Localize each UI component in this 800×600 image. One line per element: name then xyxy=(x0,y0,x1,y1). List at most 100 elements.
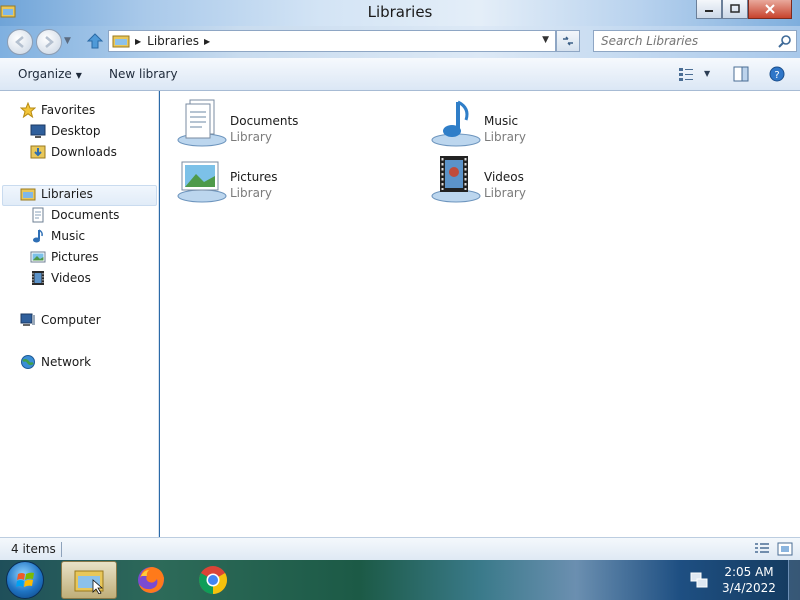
large-icons-view-icon[interactable] xyxy=(777,542,793,556)
help-icon[interactable]: ? xyxy=(769,66,785,82)
computer-icon xyxy=(20,313,35,326)
item-type: Library xyxy=(484,186,526,200)
taskbar-explorer[interactable] xyxy=(61,561,117,599)
nav-computer[interactable]: Computer xyxy=(20,310,101,330)
start-button[interactable] xyxy=(6,561,44,599)
library-videos[interactable]: Videos Library xyxy=(430,154,650,204)
explorer-icon xyxy=(74,570,104,594)
window-title: Libraries xyxy=(367,3,433,21)
pictures-library-icon xyxy=(177,161,227,203)
up-arrow-icon[interactable] xyxy=(86,31,104,51)
nav-network[interactable]: Network xyxy=(20,352,91,372)
nav-documents[interactable]: Documents xyxy=(30,205,119,225)
nav-music[interactable]: Music xyxy=(30,226,85,246)
item-name: Videos xyxy=(484,170,524,184)
change-view-icon[interactable] xyxy=(678,66,694,82)
file-list: Documents Library Music Library Pictures… xyxy=(160,91,800,537)
nav-documents-label: Documents xyxy=(51,208,120,222)
firefox-icon xyxy=(138,567,164,593)
windows-logo-icon xyxy=(16,572,34,587)
breadcrumb-arrow-icon[interactable]: ▶ xyxy=(204,37,210,46)
organize-dropdown-icon: ▼ xyxy=(75,71,82,80)
title-bar: Libraries xyxy=(0,0,800,26)
nav-libraries-label: Libraries xyxy=(41,187,93,201)
search-icon[interactable] xyxy=(778,34,792,48)
svg-text:?: ? xyxy=(774,70,779,81)
music-icon xyxy=(33,229,43,243)
nav-libraries[interactable]: Libraries xyxy=(20,184,93,204)
command-bar: Organize ▼ New library ▼ ? xyxy=(0,58,800,91)
nav-favorites[interactable]: Favorites xyxy=(20,100,95,120)
nav-pictures[interactable]: Pictures xyxy=(30,247,99,267)
refresh-button[interactable] xyxy=(556,30,580,52)
clock-time: 2:05 AM xyxy=(724,565,774,579)
recent-pages-dropdown-icon[interactable]: ▼ xyxy=(64,36,71,46)
show-desktop-button[interactable] xyxy=(788,560,800,600)
nav-downloads[interactable]: Downloads xyxy=(30,142,117,162)
view-options-dropdown-icon[interactable]: ▼ xyxy=(704,69,710,78)
nav-desktop[interactable]: Desktop xyxy=(30,121,101,141)
item-type: Library xyxy=(484,130,526,144)
window-controls xyxy=(696,0,792,19)
close-button[interactable] xyxy=(748,0,792,19)
breadcrumb-separator-icon[interactable]: ▶ xyxy=(135,37,141,46)
maximize-button[interactable] xyxy=(722,0,748,19)
status-divider xyxy=(61,542,62,557)
close-icon xyxy=(765,4,775,14)
documents-library-icon xyxy=(177,99,227,147)
navigation-pane: Favorites Desktop Downloads Libraries Do… xyxy=(0,91,159,537)
taskbar-firefox[interactable] xyxy=(123,561,179,599)
desktop-icon xyxy=(30,124,46,138)
address-dropdown-icon[interactable]: ▼ xyxy=(542,35,549,45)
library-pictures[interactable]: Pictures Library xyxy=(176,154,396,204)
pictures-icon xyxy=(30,251,46,263)
documents-icon xyxy=(32,207,44,223)
network-icon xyxy=(21,355,35,369)
search-box[interactable] xyxy=(593,30,797,52)
forward-arrow-icon xyxy=(45,36,54,48)
nav-desktop-label: Desktop xyxy=(51,124,101,138)
nav-music-label: Music xyxy=(51,229,86,243)
item-name: Pictures xyxy=(230,170,278,184)
forward-button[interactable] xyxy=(36,29,62,55)
search-input[interactable] xyxy=(594,31,770,51)
library-music[interactable]: Music Library xyxy=(430,98,650,148)
item-name: Music xyxy=(484,114,519,128)
minimize-icon xyxy=(705,10,713,12)
nav-computer-label: Computer xyxy=(41,313,101,327)
organize-label: Organize xyxy=(18,67,72,81)
videos-icon xyxy=(32,271,44,285)
videos-library-icon xyxy=(431,156,481,203)
clock-date: 3/4/2022 xyxy=(722,581,776,595)
restore-icon xyxy=(730,4,740,13)
downloads-icon xyxy=(30,145,46,159)
item-type: Library xyxy=(230,186,272,200)
breadcrumb-libraries[interactable]: Libraries xyxy=(147,34,199,48)
network-tray-icon[interactable] xyxy=(690,571,708,589)
address-bar[interactable]: ▶ Libraries ▶ ▼ xyxy=(108,30,556,52)
libraries-location-icon xyxy=(112,35,130,48)
taskbar-chrome[interactable] xyxy=(185,561,241,599)
new-library-button[interactable]: New library xyxy=(109,67,178,81)
item-count: 4 items xyxy=(11,542,56,556)
libraries-icon xyxy=(20,188,36,201)
nav-pictures-label: Pictures xyxy=(51,250,99,264)
chrome-icon xyxy=(199,566,227,594)
nav-network-label: Network xyxy=(41,355,92,369)
details-view-icon[interactable] xyxy=(754,542,770,556)
library-documents[interactable]: Documents Library xyxy=(176,98,396,148)
back-button[interactable] xyxy=(7,29,33,55)
system-clock[interactable]: 2:05 AM 3/4/2022 xyxy=(718,564,780,596)
nav-videos[interactable]: Videos xyxy=(30,268,91,288)
nav-downloads-label: Downloads xyxy=(51,145,117,159)
organize-button[interactable]: Organize ▼ xyxy=(18,67,82,81)
status-bar: 4 items xyxy=(0,537,800,560)
preview-pane-icon[interactable] xyxy=(733,66,749,82)
taskbar: 2:05 AM 3/4/2022 xyxy=(0,560,800,600)
item-name: Documents xyxy=(230,114,299,128)
star-icon xyxy=(20,102,36,118)
back-arrow-icon xyxy=(15,36,24,48)
refresh-icon xyxy=(563,36,573,46)
minimize-button[interactable] xyxy=(696,0,722,19)
music-library-icon xyxy=(431,100,481,147)
